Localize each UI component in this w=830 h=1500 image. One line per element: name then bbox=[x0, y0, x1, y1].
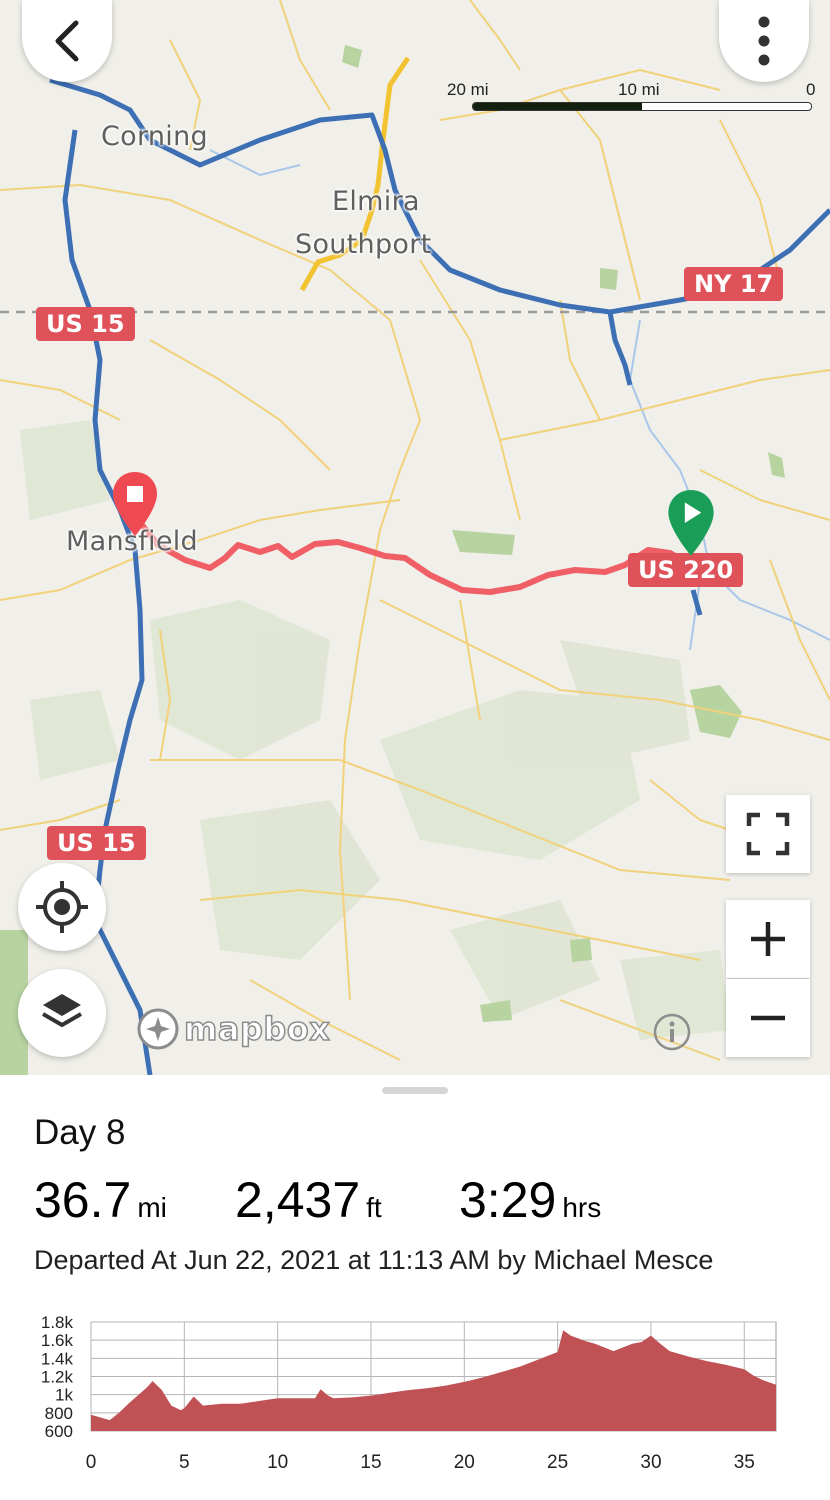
y-tick-label: 1.4k bbox=[41, 1349, 74, 1368]
x-tick-label: 30 bbox=[640, 1452, 661, 1473]
y-tick-label: 1k bbox=[55, 1386, 73, 1405]
zoom-in-icon bbox=[751, 922, 785, 956]
y-tick-label: 1.2k bbox=[41, 1368, 74, 1387]
elevation-unit: ft bbox=[366, 1192, 382, 1223]
locate-button[interactable] bbox=[18, 863, 106, 951]
scale-label-10mi: 10 mi bbox=[618, 80, 660, 99]
fullscreen-button[interactable] bbox=[726, 795, 810, 873]
highway-shield-us15-north: US 15 bbox=[36, 307, 135, 341]
y-tick-label: 1.8k bbox=[41, 1313, 74, 1332]
elevation-value: 2,437 bbox=[235, 1172, 361, 1228]
mapbox-attribution[interactable]: mapbox bbox=[136, 1007, 331, 1051]
x-tick-label: 25 bbox=[547, 1452, 568, 1473]
x-tick-label: 15 bbox=[360, 1452, 381, 1473]
zoom-out-button[interactable] bbox=[726, 979, 810, 1057]
start-flag-icon[interactable] bbox=[665, 488, 717, 560]
back-arrow-icon bbox=[55, 20, 79, 62]
elevation-y-ticks: 1.8k1.6k1.4k1.2k1k800600 bbox=[41, 1313, 74, 1441]
mapbox-wordmark: mapbox bbox=[183, 1009, 331, 1049]
scale-bar bbox=[472, 102, 812, 111]
place-label-elmira: Elmira bbox=[332, 186, 420, 217]
elevation-area bbox=[91, 1330, 776, 1431]
y-tick-label: 600 bbox=[45, 1422, 73, 1441]
layers-icon bbox=[41, 994, 83, 1027]
layers-button[interactable] bbox=[18, 969, 106, 1057]
scale-label-0: 0 bbox=[806, 80, 816, 99]
zoom-in-button[interactable] bbox=[726, 900, 810, 978]
distance-unit: mi bbox=[137, 1192, 167, 1223]
place-label-corning: Corning bbox=[101, 121, 208, 152]
y-tick-label: 1.6k bbox=[41, 1331, 74, 1350]
x-tick-label: 0 bbox=[86, 1452, 97, 1473]
mapbox-logo-icon bbox=[137, 1008, 179, 1050]
sheet-drag-handle[interactable] bbox=[382, 1087, 448, 1094]
y-tick-label: 800 bbox=[45, 1404, 73, 1423]
locate-icon bbox=[36, 881, 88, 933]
place-label-southport: Southport bbox=[295, 229, 432, 260]
distance-stat: 36.7 mi bbox=[34, 1171, 167, 1229]
x-tick-label: 35 bbox=[734, 1452, 755, 1473]
info-icon[interactable] bbox=[652, 1012, 692, 1052]
distance-value: 36.7 bbox=[34, 1172, 132, 1228]
duration-stat: 3:29 hrs bbox=[459, 1171, 601, 1229]
highway-shield-us15-south: US 15 bbox=[47, 826, 146, 860]
trip-title: Day 8 bbox=[34, 1113, 126, 1152]
departed-info: Departed At Jun 22, 2021 at 11:13 AM by … bbox=[34, 1245, 714, 1275]
elevation-stat: 2,437 ft bbox=[235, 1171, 382, 1229]
highway-shield-ny17: NY 17 bbox=[684, 267, 784, 301]
end-stop-icon[interactable] bbox=[110, 470, 160, 540]
x-tick-label: 20 bbox=[454, 1452, 475, 1473]
duration-unit: hrs bbox=[562, 1192, 602, 1223]
x-tick-label: 5 bbox=[179, 1452, 190, 1473]
zoom-out-icon bbox=[751, 1015, 785, 1021]
elevation-chart: 1.8k1.6k1.4k1.2k1k800600 0 5 10 15 20 25 30 35 bbox=[41, 1313, 777, 1473]
more-vertical-icon bbox=[758, 16, 770, 66]
scale-label-20mi: 20 mi bbox=[447, 80, 489, 99]
elevation-x-ticks: 0 5 10 15 20 25 30 35 bbox=[86, 1452, 755, 1473]
map-view[interactable]: Corning Elmira Southport Mansfield US 15… bbox=[0, 0, 830, 1075]
duration-value: 3:29 bbox=[459, 1172, 557, 1228]
x-tick-label: 10 bbox=[267, 1452, 288, 1473]
fullscreen-icon bbox=[746, 812, 790, 856]
